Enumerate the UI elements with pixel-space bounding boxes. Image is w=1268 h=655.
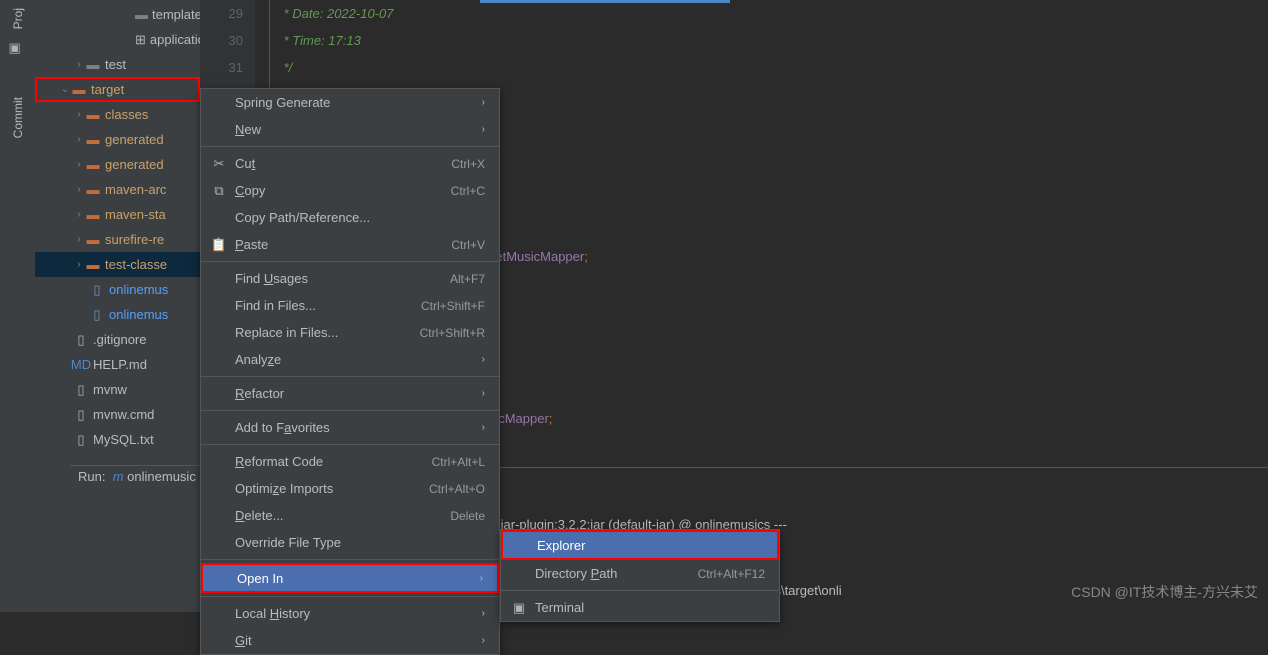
menu-separator: [201, 410, 499, 411]
menu-new[interactable]: New›: [201, 116, 499, 143]
chevron-right-icon: ›: [482, 388, 485, 399]
file-icon: ▯: [73, 382, 89, 398]
menu-git[interactable]: Git›: [201, 627, 499, 654]
chevron-right-icon: ›: [482, 422, 485, 433]
menu-replace-in-files[interactable]: Replace in Files...Ctrl+Shift+R: [201, 319, 499, 346]
folder-icon: ▬: [85, 132, 101, 148]
menu-separator: [501, 590, 779, 591]
submenu-explorer[interactable]: Explorer: [501, 530, 779, 560]
chevron-right-icon: ›: [482, 354, 485, 365]
folder-icon: ▬: [85, 207, 101, 223]
folder-icon: ▬: [85, 57, 101, 73]
menu-override-file-type[interactable]: Override File Type: [201, 529, 499, 556]
tree-folder-templates[interactable]: ▬templates: [35, 2, 200, 27]
menu-cut[interactable]: ✂CutCtrl+X: [201, 150, 499, 177]
menu-copy[interactable]: ⧉CopyCtrl+C: [201, 177, 499, 204]
editor-tab-indicator: [480, 0, 730, 3]
menu-copy-path[interactable]: Copy Path/Reference...: [201, 204, 499, 231]
file-icon: ▯: [89, 307, 105, 323]
menu-find-usages[interactable]: Find UsagesAlt+F7: [201, 265, 499, 292]
chevron-right-icon: ›: [73, 59, 85, 70]
chevron-right-icon: ›: [73, 234, 85, 245]
tree-folder-generated2[interactable]: ›▬generated: [35, 152, 200, 177]
paste-icon: 📋: [211, 237, 227, 253]
folder-icon: ▣: [9, 40, 27, 58]
file-icon: ▯: [73, 332, 89, 348]
maven-icon: m: [113, 469, 124, 484]
tree-file-mvnw[interactable]: ▯mvnw: [35, 377, 200, 402]
tree-folder-test-classes[interactable]: ›▬test-classe: [35, 252, 200, 277]
chevron-down-icon: ⌄: [59, 84, 71, 95]
menu-refactor[interactable]: Refactor›: [201, 380, 499, 407]
chevron-right-icon: ›: [73, 109, 85, 120]
folder-icon: ▬: [135, 7, 148, 23]
markdown-icon: MD: [73, 357, 89, 373]
tree-file-help[interactable]: MDHELP.md: [35, 352, 200, 377]
chevron-right-icon: ›: [482, 97, 485, 108]
menu-open-in[interactable]: Open In›: [201, 563, 499, 593]
menu-separator: [201, 444, 499, 445]
chevron-right-icon: ›: [482, 124, 485, 135]
chevron-right-icon: ›: [73, 209, 85, 220]
tree-folder-maven-arc[interactable]: ›▬maven-arc: [35, 177, 200, 202]
menu-local-history[interactable]: Local History›: [201, 600, 499, 627]
file-icon: ▯: [89, 282, 105, 298]
folder-icon: ▬: [85, 257, 101, 273]
folder-icon: ▬: [85, 157, 101, 173]
menu-separator: [201, 261, 499, 262]
context-menu: Spring Generate› New› ✂CutCtrl+X ⧉CopyCt…: [200, 88, 500, 655]
menu-reformat-code[interactable]: Reformat CodeCtrl+Alt+L: [201, 448, 499, 475]
left-tool-rail: Proj ▣ Commit: [0, 0, 35, 612]
folder-icon: ▬: [85, 232, 101, 248]
chevron-right-icon: ›: [73, 159, 85, 170]
menu-paste[interactable]: 📋PasteCtrl+V: [201, 231, 499, 258]
folder-icon: ▬: [85, 107, 101, 123]
project-tool-label[interactable]: Proj: [8, 5, 28, 32]
tree-folder-target[interactable]: ⌄▬target: [35, 77, 200, 102]
tree-folder-test[interactable]: ›▬test: [35, 52, 200, 77]
tree-folder-maven-sta[interactable]: ›▬maven-sta: [35, 202, 200, 227]
watermark: CSDN @IT技术博主-方兴未艾: [1071, 582, 1258, 602]
chevron-right-icon: ›: [73, 259, 85, 270]
chevron-right-icon: ›: [73, 134, 85, 145]
chevron-right-icon: ›: [482, 635, 485, 646]
cut-icon: ✂: [211, 156, 227, 172]
properties-icon: ⊞: [135, 32, 146, 48]
menu-optimize-imports[interactable]: Optimize ImportsCtrl+Alt+O: [201, 475, 499, 502]
tree-file-onlinemus2[interactable]: ▯onlinemus: [35, 302, 200, 327]
submenu-directory-path[interactable]: Directory PathCtrl+Alt+F12: [501, 560, 779, 587]
chevron-right-icon: ›: [482, 608, 485, 619]
menu-separator: [201, 146, 499, 147]
menu-spring-generate[interactable]: Spring Generate›: [201, 89, 499, 116]
commit-tool-label[interactable]: Commit: [8, 94, 28, 141]
submenu-open-in: Explorer Directory PathCtrl+Alt+F12 ▣Ter…: [500, 529, 780, 622]
menu-separator: [201, 596, 499, 597]
tree-file-app-props[interactable]: ⊞application.properties: [35, 27, 200, 52]
file-icon: ▯: [73, 432, 89, 448]
tree-file-mvnw-cmd[interactable]: ▯mvnw.cmd: [35, 402, 200, 427]
tree-file-mysql[interactable]: ▯MySQL.txt: [35, 427, 200, 452]
file-icon: ▯: [73, 407, 89, 423]
folder-icon: ▬: [85, 182, 101, 198]
folder-icon: ▬: [71, 82, 87, 98]
tree-file-onlinemus1[interactable]: ▯onlinemus: [35, 277, 200, 302]
copy-icon: ⧉: [211, 183, 227, 199]
tree-file-gitignore[interactable]: ▯.gitignore: [35, 327, 200, 352]
tree-folder-classes[interactable]: ›▬classes: [35, 102, 200, 127]
menu-add-to-favorites[interactable]: Add to Favorites›: [201, 414, 499, 441]
menu-separator: [201, 559, 499, 560]
tree-folder-surefire[interactable]: ›▬surefire-re: [35, 227, 200, 252]
project-tree: ▬templates ⊞application.properties ›▬tes…: [35, 0, 200, 612]
tree-folder-generated1[interactable]: ›▬generated: [35, 127, 200, 152]
menu-separator: [201, 376, 499, 377]
terminal-icon: ▣: [511, 600, 527, 616]
chevron-right-icon: ›: [480, 573, 483, 584]
menu-delete[interactable]: Delete...Delete: [201, 502, 499, 529]
menu-find-in-files[interactable]: Find in Files...Ctrl+Shift+F: [201, 292, 499, 319]
chevron-right-icon: ›: [73, 184, 85, 195]
menu-analyze[interactable]: Analyze›: [201, 346, 499, 373]
submenu-terminal[interactable]: ▣Terminal: [501, 594, 779, 621]
